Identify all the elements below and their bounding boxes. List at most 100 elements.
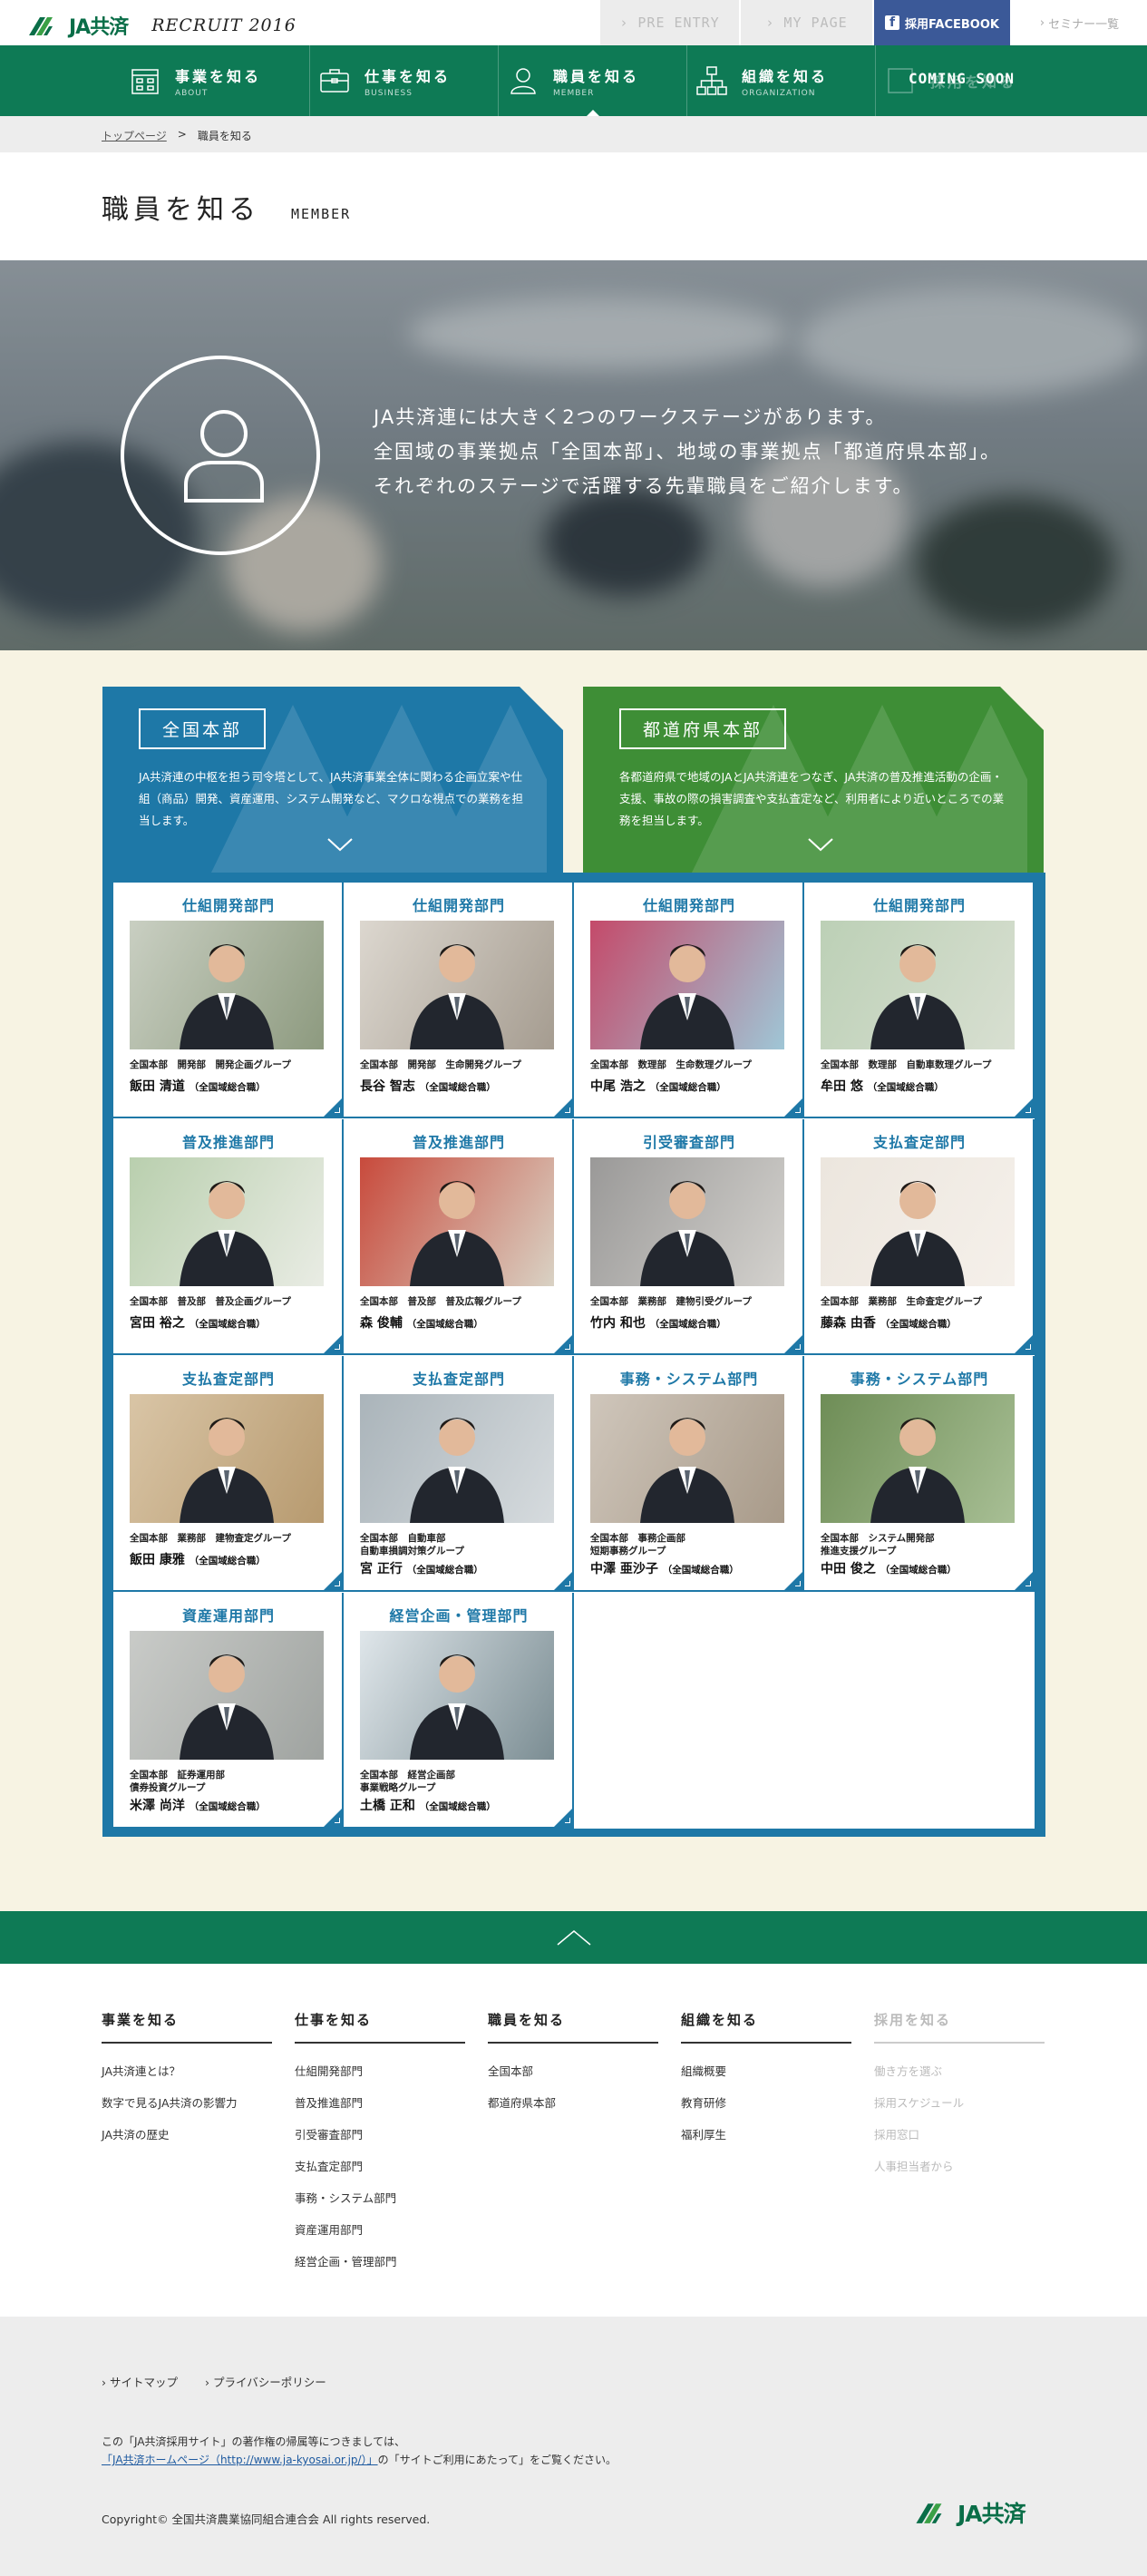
- site-logo[interactable]: JA共済 RECRUIT 2016: [27, 11, 296, 40]
- footer-link[interactable]: 全国本部: [488, 2062, 658, 2093]
- member-type: （全国域総合職）: [419, 1082, 496, 1093]
- footer-link[interactable]: 支払査定部門: [295, 2157, 465, 2189]
- footer-link[interactable]: 事務・システム部門: [295, 2189, 465, 2220]
- member-name: 竹内 和也 （全国域総合職）: [590, 1313, 726, 1332]
- breadcrumb-home[interactable]: トップページ: [102, 128, 167, 143]
- mypage-button[interactable]: › MY PAGE: [741, 0, 872, 45]
- member-grid-frame: 仕組開発部門 全国本部 開発部 開発企画グループ 飯田 清道 （全国域総合職） 仕組開…: [102, 873, 1045, 1837]
- member-name: 飯田 清道 （全国域総合職）: [130, 1077, 266, 1095]
- ja-kyosai-home-link[interactable]: 「JA共済ホームページ（http://www.ja-kyosai.or.jp/）…: [102, 2454, 378, 2466]
- member-card[interactable]: 普及推進部門 全国本部 普及部 普及広報グループ森 俊輔 （全国域総合職）: [344, 1119, 574, 1355]
- category-prefectural-hq[interactable]: 都道府県本部 各都道府県で地域のJAとJA共済連をつなぎ、JA共済の普及推進活動…: [583, 687, 1044, 873]
- member-card[interactable]: 事務・システム部門 全国本部 事務企画部 短期事務グループ 中澤 亜沙子 （全国域総…: [574, 1356, 804, 1592]
- chevron-right-icon: ›: [765, 15, 784, 31]
- member-type: （全国域総合職）: [880, 1565, 957, 1576]
- category-national-hq[interactable]: 全国本部 JA共済連の中枢を担う司令塔として、JA共済事業全体に関わる企画立案や…: [102, 687, 563, 873]
- hero-message: JA共済連には大きく2つのワークステージがあります。 全国域の事業拠点「全国本部…: [374, 400, 1001, 503]
- footer-col-heading[interactable]: 仕事を知る: [295, 2010, 465, 2044]
- copyright: Copyright© 全国共済農業協同組合連合会 All rights rese…: [102, 2513, 431, 2526]
- nav-label: 事業を知る: [175, 67, 262, 85]
- arrow-corner-icon: [324, 1098, 342, 1117]
- sitemap-link[interactable]: サイトマップ: [102, 2373, 178, 2390]
- footer-col-business: 仕事を知る 仕組開発部門 普及推進部門 引受審査部門 支払査定部門 事務・システ…: [295, 2010, 465, 2284]
- member-name-text: 森 俊輔: [360, 1316, 403, 1331]
- member-card[interactable]: 支払査定部門 全国本部 業務部 建物査定グループ 飯田 康雅 （全国域総合職）: [113, 1356, 344, 1592]
- member-dept: 引受審査部門: [642, 1134, 735, 1151]
- footer-link[interactable]: JA共済連とは？: [102, 2062, 272, 2093]
- mypage-label: MY PAGE: [783, 15, 848, 31]
- member-card[interactable]: 資産運用部門 全国本部 証券運用部 債券投資グループ 米澤 尚洋 （全国域総合職）: [113, 1593, 344, 1829]
- member-card[interactable]: 仕組開発部門 全国本部 数理部 生命数理グループ 中尾 浩之 （全国域総合職）: [574, 883, 804, 1118]
- member-type: （全国域総合職）: [189, 1082, 266, 1093]
- footer-col-heading[interactable]: 組織を知る: [681, 2010, 851, 2044]
- seminar-link[interactable]: › セミナー一覧: [1012, 0, 1147, 45]
- member-name: 宮田 裕之 （全国域総合職）: [130, 1313, 266, 1332]
- member-name: 宮 正行 （全国域総合職）: [360, 1559, 483, 1577]
- footer-col-heading[interactable]: 職員を知る: [488, 2010, 658, 2044]
- member-card[interactable]: 普及推進部門 全国本部 普及部 普及企画グループ 宮田 裕之 （全国域総合職）: [113, 1119, 344, 1355]
- member-dept: 仕組開発部門: [642, 897, 735, 914]
- member-photo: [360, 1157, 554, 1286]
- member-card[interactable]: 仕組開発部門 全国本部 数理部 自動車数理グループ 牟田 悠 （全国域総合職）: [804, 883, 1035, 1118]
- member-card[interactable]: 支払査定部門 全国本部 自動車部 自動車損調対策グループ宮 正行 （全国域総合職）: [344, 1356, 574, 1592]
- nav-sublabel: ORGANIZATION: [742, 88, 816, 98]
- footer-link[interactable]: 都道府県本部: [488, 2093, 658, 2125]
- member-name: 牟田 悠 （全国域総合職）: [821, 1077, 944, 1095]
- footer-col-about: 事業を知る JA共済連とは？ 数字で見るJA共済の影響力 JA共済の歴史: [102, 2010, 272, 2157]
- footer-link[interactable]: 引受審査部門: [295, 2125, 465, 2157]
- member-photo: [821, 921, 1015, 1049]
- footer-link[interactable]: 数字で見るJA共済の影響力: [102, 2093, 272, 2125]
- footer-link[interactable]: 資産運用部門: [295, 2220, 465, 2252]
- back-to-top-button[interactable]: [0, 1911, 1147, 1964]
- footer-link[interactable]: JA共済の歴史: [102, 2125, 272, 2157]
- copyright-note-line: の「サイトご利用にあたって」をご覧ください。: [377, 2454, 617, 2466]
- briefcase-icon: [316, 62, 354, 100]
- arrow-corner-icon: [554, 1098, 572, 1117]
- footer-link[interactable]: 普及推進部門: [295, 2093, 465, 2125]
- breadcrumb-separator: >: [177, 128, 187, 141]
- nav-item-about[interactable]: 事業を知る ABOUT: [121, 45, 309, 116]
- member-dept: 仕組開発部門: [181, 897, 275, 914]
- footer-col-recruit: 採用を知る 働き方を選ぶ 採用スケジュール 採用窓口 人事担当者から: [874, 2010, 1045, 2189]
- footer-link[interactable]: 仕組開発部門: [295, 2062, 465, 2093]
- member-card[interactable]: 支払査定部門 全国本部 業務部 生命査定グループ 藤森 由香 （全国域総合職）: [804, 1119, 1035, 1355]
- member-avatar-icon: [121, 356, 320, 555]
- footer-logo[interactable]: JA共済: [914, 2496, 1026, 2529]
- member-card[interactable]: 仕組開発部門 全国本部 開発部 生命開発グループ 長谷 智志 （全国域総合職）: [344, 883, 574, 1118]
- footer-col-heading[interactable]: 事業を知る: [102, 2010, 272, 2044]
- member-card[interactable]: 仕組開発部門全国本部 開発部 開発企画グループ飯田 清道 （全国域総合職）: [113, 883, 344, 1118]
- member-photo: [360, 921, 554, 1049]
- recruit-label: RECRUIT 2016: [151, 15, 296, 35]
- footer-link[interactable]: 経営企画・管理部門: [295, 2252, 465, 2284]
- member-name: 中澤 亜沙子 （全国域総合職）: [590, 1559, 739, 1577]
- arrow-corner-icon: [784, 1572, 802, 1590]
- member-name-text: 長谷 智志: [360, 1079, 415, 1094]
- page-title-en: MEMBER: [291, 206, 352, 222]
- hero-banner: JA共済連には大きく2つのワークステージがあります。 全国域の事業拠点「全国本部…: [0, 260, 1147, 650]
- nav-label: 職員を知る: [553, 67, 640, 85]
- chevron-up-icon: [557, 1930, 590, 1946]
- member-name: 藤森 由香 （全国域総合職）: [821, 1313, 957, 1332]
- footer-link[interactable]: 福利厚生: [681, 2125, 851, 2157]
- chevron-down-icon: [327, 838, 353, 852]
- member-card[interactable]: 経営企画・管理部門 全国本部 経営企画部 事業戦略グループ 土橋 正和 （全国域総合…: [344, 1593, 574, 1829]
- privacy-policy-link[interactable]: プライバシーポリシー: [205, 2373, 326, 2390]
- member-org: 全国本部 開発部 開発企画グループ: [130, 1059, 291, 1070]
- member-dept: 資産運用部門: [181, 1607, 275, 1625]
- member-dept: 支払査定部門: [181, 1371, 275, 1388]
- nav-item-member[interactable]: 職員を知る MEMBER: [498, 45, 686, 116]
- member-type: （全国域総合職）: [419, 1801, 496, 1812]
- member-dept: 支払査定部門: [872, 1134, 966, 1151]
- facebook-button[interactable]: f 採用FACEBOOK: [874, 0, 1010, 45]
- pre-entry-button[interactable]: › PRE ENTRY: [600, 0, 739, 45]
- member-photo: [360, 1631, 554, 1760]
- page-title: 職員を知る MEMBER: [102, 187, 351, 227]
- member-name: 飯田 康雅 （全国域総合職）: [130, 1550, 266, 1568]
- footer-link[interactable]: 教育研修: [681, 2093, 851, 2125]
- member-photo: [130, 1157, 324, 1286]
- nav-item-business[interactable]: 仕事を知る BUSINESS: [309, 45, 498, 116]
- member-card[interactable]: 事務・システム部門 全国本部 システム開発部 推進支援グループ 中田 俊之 （全国域…: [804, 1356, 1035, 1592]
- footer-link[interactable]: 組織概要: [681, 2062, 851, 2093]
- member-card[interactable]: 引受審査部門 全国本部 業務部 建物引受グループ 竹内 和也 （全国域総合職）: [574, 1119, 804, 1355]
- nav-item-organization[interactable]: 組織を知る ORGANIZATION: [686, 45, 875, 116]
